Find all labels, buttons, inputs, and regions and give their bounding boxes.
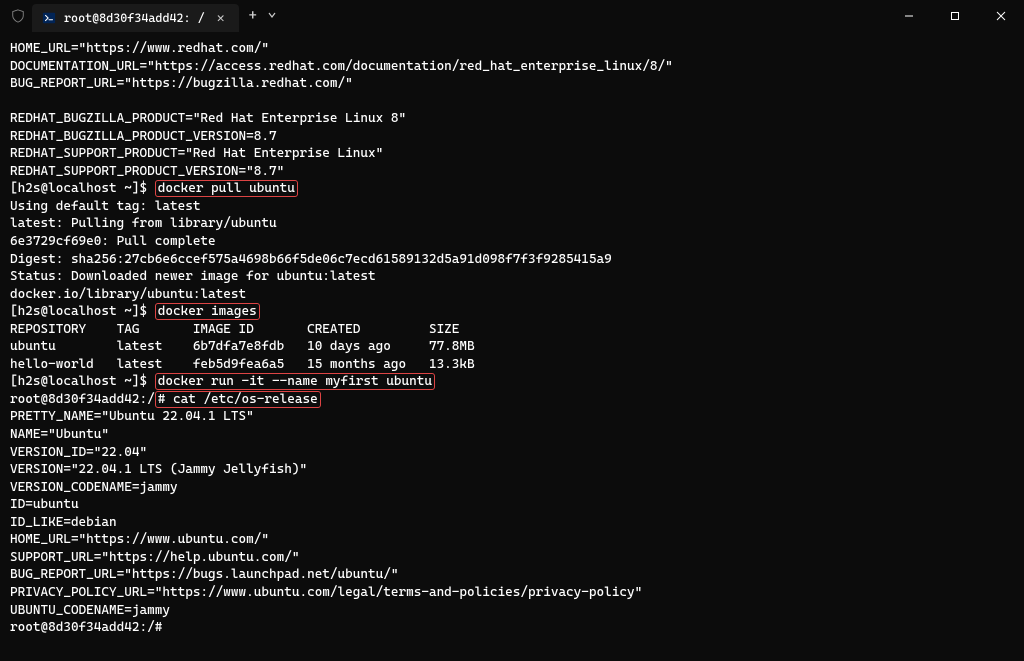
terminal-line: docker.io/library/ubuntu:latest [10, 286, 1014, 304]
shell-prompt: [h2s@localhost ~]$ [10, 304, 155, 319]
terminal-line: BUG_REPORT_URL="https://bugzilla.redhat.… [10, 75, 1014, 93]
terminal-line: [h2s@localhost ~]$ docker run -it --name… [10, 373, 1014, 391]
shell-command: docker images [155, 303, 260, 320]
terminal-line: Status: Downloaded newer image for ubunt… [10, 268, 1014, 286]
terminal-line: ID_LIKE=debian [10, 514, 1014, 532]
tab-title: root@8d30f34add42: / [64, 11, 205, 25]
terminal-line: PRETTY_NAME="Ubuntu 22.04.1 LTS" [10, 408, 1014, 426]
terminal-line: ubuntu latest 6b7dfa7e8fdb 10 days ago 7… [10, 338, 1014, 356]
powershell-icon [42, 11, 56, 25]
terminal-output[interactable]: HOME_URL="https://www.redhat.com/"DOCUME… [0, 32, 1024, 645]
maximize-button[interactable] [932, 0, 978, 32]
terminal-line: UBUNTU_CODENAME=jammy [10, 602, 1014, 620]
shell-command: docker pull ubuntu [155, 180, 298, 197]
terminal-line: Using default tag: latest [10, 198, 1014, 216]
new-tab-button[interactable]: + [249, 8, 257, 24]
close-tab-button[interactable]: ✕ [213, 10, 229, 26]
terminal-line: ID=ubuntu [10, 496, 1014, 514]
terminal-line: REDHAT_SUPPORT_PRODUCT="Red Hat Enterpri… [10, 145, 1014, 163]
shell-prompt: root@8d30f34add42:/ [10, 392, 155, 407]
terminal-line: [h2s@localhost ~]$ docker pull ubuntu [10, 180, 1014, 198]
terminal-line: SUPPORT_URL="https://help.ubuntu.com/" [10, 549, 1014, 567]
terminal-line: hello-world latest feb5d9fea6a5 15 month… [10, 356, 1014, 374]
terminal-line [10, 93, 1014, 111]
shield-icon [10, 8, 26, 24]
terminal-line: VERSION_ID="22.04" [10, 444, 1014, 462]
shell-prompt: [h2s@localhost ~]$ [10, 181, 155, 196]
terminal-line: latest: Pulling from library/ubuntu [10, 215, 1014, 233]
tab-dropdown-button[interactable] [267, 10, 277, 23]
terminal-line: DOCUMENTATION_URL="https://access.redhat… [10, 58, 1014, 76]
terminal-line: Digest: sha256:27cb6e6ccef575a4698b66f5d… [10, 251, 1014, 269]
window-controls [886, 0, 1024, 32]
close-window-button[interactable] [978, 0, 1024, 32]
shell-command: docker run -it --name myfirst ubuntu [155, 373, 435, 390]
terminal-line: BUG_REPORT_URL="https://bugs.launchpad.n… [10, 566, 1014, 584]
terminal-line: HOME_URL="https://www.ubuntu.com/" [10, 531, 1014, 549]
terminal-line: REPOSITORY TAG IMAGE ID CREATED SIZE [10, 321, 1014, 339]
terminal-line: root@8d30f34add42:/# [10, 619, 1014, 637]
terminal-line: [h2s@localhost ~]$ docker images [10, 303, 1014, 321]
terminal-line: VERSION_CODENAME=jammy [10, 479, 1014, 497]
shell-prompt: [h2s@localhost ~]$ [10, 374, 155, 389]
terminal-line: REDHAT_BUGZILLA_PRODUCT="Red Hat Enterpr… [10, 110, 1014, 128]
terminal-line: root@8d30f34add42:/# cat /etc/os-release [10, 391, 1014, 409]
titlebar: root@8d30f34add42: / ✕ + [0, 0, 1024, 32]
shell-command: # cat /etc/os-release [155, 391, 321, 408]
terminal-line: VERSION="22.04.1 LTS (Jammy Jellyfish)" [10, 461, 1014, 479]
terminal-line: NAME="Ubuntu" [10, 426, 1014, 444]
terminal-line: 6e3729cf69e0: Pull complete [10, 233, 1014, 251]
terminal-line: HOME_URL="https://www.redhat.com/" [10, 40, 1014, 58]
terminal-tab[interactable]: root@8d30f34add42: / ✕ [32, 4, 239, 32]
terminal-line: PRIVACY_POLICY_URL="https://www.ubuntu.c… [10, 584, 1014, 602]
terminal-line: REDHAT_BUGZILLA_PRODUCT_VERSION=8.7 [10, 128, 1014, 146]
terminal-line: REDHAT_SUPPORT_PRODUCT_VERSION="8.7" [10, 163, 1014, 181]
minimize-button[interactable] [886, 0, 932, 32]
